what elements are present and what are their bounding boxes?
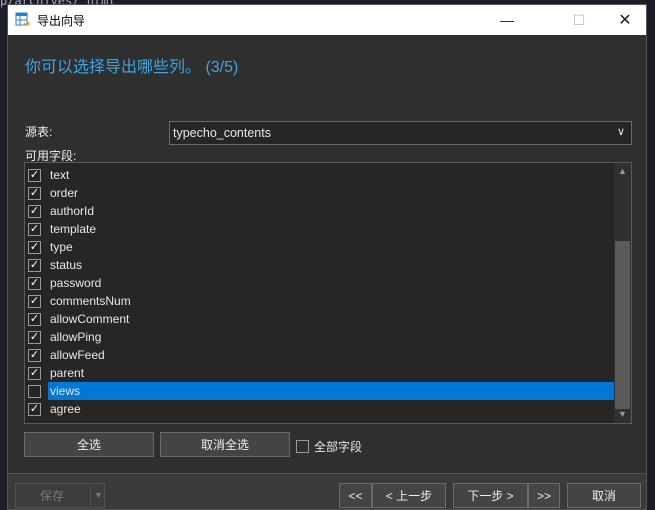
field-item[interactable]: ✓ allowFeed — [25, 346, 614, 364]
field-item[interactable]: ✓ allowPing — [25, 328, 614, 346]
minimize-button[interactable]: — — [484, 5, 530, 35]
source-table-select[interactable]: typecho_contents ∨ — [169, 121, 632, 145]
field-name: commentsNum — [50, 294, 131, 308]
chevron-down-icon: ∨ — [616, 126, 625, 138]
field-name: authorId — [50, 204, 95, 218]
window-title: 导出向导 — [37, 13, 86, 28]
field-name: allowComment — [50, 312, 130, 326]
deselect-all-button[interactable]: 取消全选 — [160, 432, 290, 457]
field-item[interactable]: views — [25, 382, 614, 400]
fields-list[interactable]: ▲ ▼ ✓ text ✓ order ✓ authorId ✓ template ✓ type ✓ s… — [24, 162, 632, 424]
previous-step-button[interactable]: < 上一步 — [372, 483, 446, 508]
checkbox-checked-icon[interactable]: ✓ — [28, 186, 41, 200]
maximize-button[interactable]: ☐ — [556, 5, 602, 35]
dropdown-arrow-icon[interactable]: ▼ — [90, 486, 103, 505]
checkbox-checked-icon[interactable]: ✓ — [28, 294, 41, 308]
checkbox-checked-icon[interactable]: ✓ — [28, 366, 41, 380]
checkbox-unchecked-icon[interactable] — [28, 384, 41, 398]
checkbox-checked-icon[interactable]: ✓ — [28, 258, 41, 272]
field-item[interactable]: ✓ template — [25, 220, 614, 238]
field-item[interactable]: ✓ text — [25, 166, 614, 184]
field-item[interactable]: ✓ agree — [25, 400, 614, 418]
checkbox-checked-icon[interactable]: ✓ — [28, 168, 41, 182]
scrollbar-thumb[interactable] — [615, 241, 630, 409]
next-step-button[interactable]: 下一步 > — [453, 483, 528, 508]
field-name: status — [50, 258, 83, 272]
field-item[interactable]: ✓ password — [25, 274, 614, 292]
checkbox-checked-icon[interactable]: ✓ — [28, 312, 41, 326]
field-name: parent — [50, 366, 85, 380]
checkbox-checked-icon[interactable]: ✓ — [28, 402, 41, 416]
field-name: agree — [50, 402, 81, 416]
scroll-up-icon[interactable]: ▲ — [614, 163, 631, 180]
field-name: allowPing — [50, 330, 102, 344]
last-step-button[interactable]: >> — [528, 483, 560, 508]
field-item[interactable]: ✓ type — [25, 238, 614, 256]
step-heading: 你可以选择导出哪些列。 (3/5) — [25, 59, 239, 76]
all-fields-label: 全部字段 — [314, 440, 363, 454]
field-name: password — [50, 276, 102, 290]
checkbox-checked-icon[interactable]: ✓ — [28, 276, 41, 290]
save-label: 保存 — [40, 489, 65, 503]
field-name: template — [50, 222, 97, 236]
save-button[interactable]: 保存 ▼ — [15, 483, 105, 508]
close-button[interactable]: ✕ — [602, 5, 648, 35]
title-bar: 导出向导 — ☐ ✕ — [8, 5, 646, 35]
first-step-button[interactable]: << — [339, 483, 372, 508]
field-name: text — [50, 168, 70, 182]
source-table-value: typecho_contents — [173, 126, 271, 140]
checkbox-checked-icon[interactable]: ✓ — [28, 330, 41, 344]
field-item[interactable]: ✓ order — [25, 184, 614, 202]
table-export-icon — [15, 12, 30, 26]
cancel-button[interactable]: 取消 — [567, 483, 641, 508]
scrollbar[interactable]: ▲ ▼ — [614, 163, 631, 423]
all-fields-checkbox[interactable]: 全部字段 — [296, 438, 362, 455]
source-table-label: 源表: — [25, 125, 53, 139]
field-item[interactable]: ✓ commentsNum — [25, 292, 614, 310]
checkbox-checked-icon[interactable]: ✓ — [28, 204, 41, 218]
export-wizard-dialog: 导出向导 — ☐ ✕ 你可以选择导出哪些列。 (3/5) 源表: typecho… — [7, 4, 647, 510]
footer: 保存 ▼ << < 上一步 下一步 > >> 取消 — [8, 473, 646, 509]
scroll-down-icon[interactable]: ▼ — [614, 406, 631, 423]
field-name: views — [48, 382, 614, 400]
field-item[interactable]: ✓ status — [25, 256, 614, 274]
field-name: order — [50, 186, 79, 200]
checkbox[interactable] — [296, 440, 309, 453]
checkbox-checked-icon[interactable]: ✓ — [28, 222, 41, 236]
checkbox-checked-icon[interactable]: ✓ — [28, 348, 41, 362]
field-item[interactable]: ✓ parent — [25, 364, 614, 382]
field-name: type — [50, 240, 73, 254]
checkbox-checked-icon[interactable]: ✓ — [28, 240, 41, 254]
field-name: allowFeed — [50, 348, 105, 362]
field-item[interactable]: ✓ authorId — [25, 202, 614, 220]
select-all-button[interactable]: 全选 — [24, 432, 154, 457]
field-item[interactable]: ✓ allowComment — [25, 310, 614, 328]
